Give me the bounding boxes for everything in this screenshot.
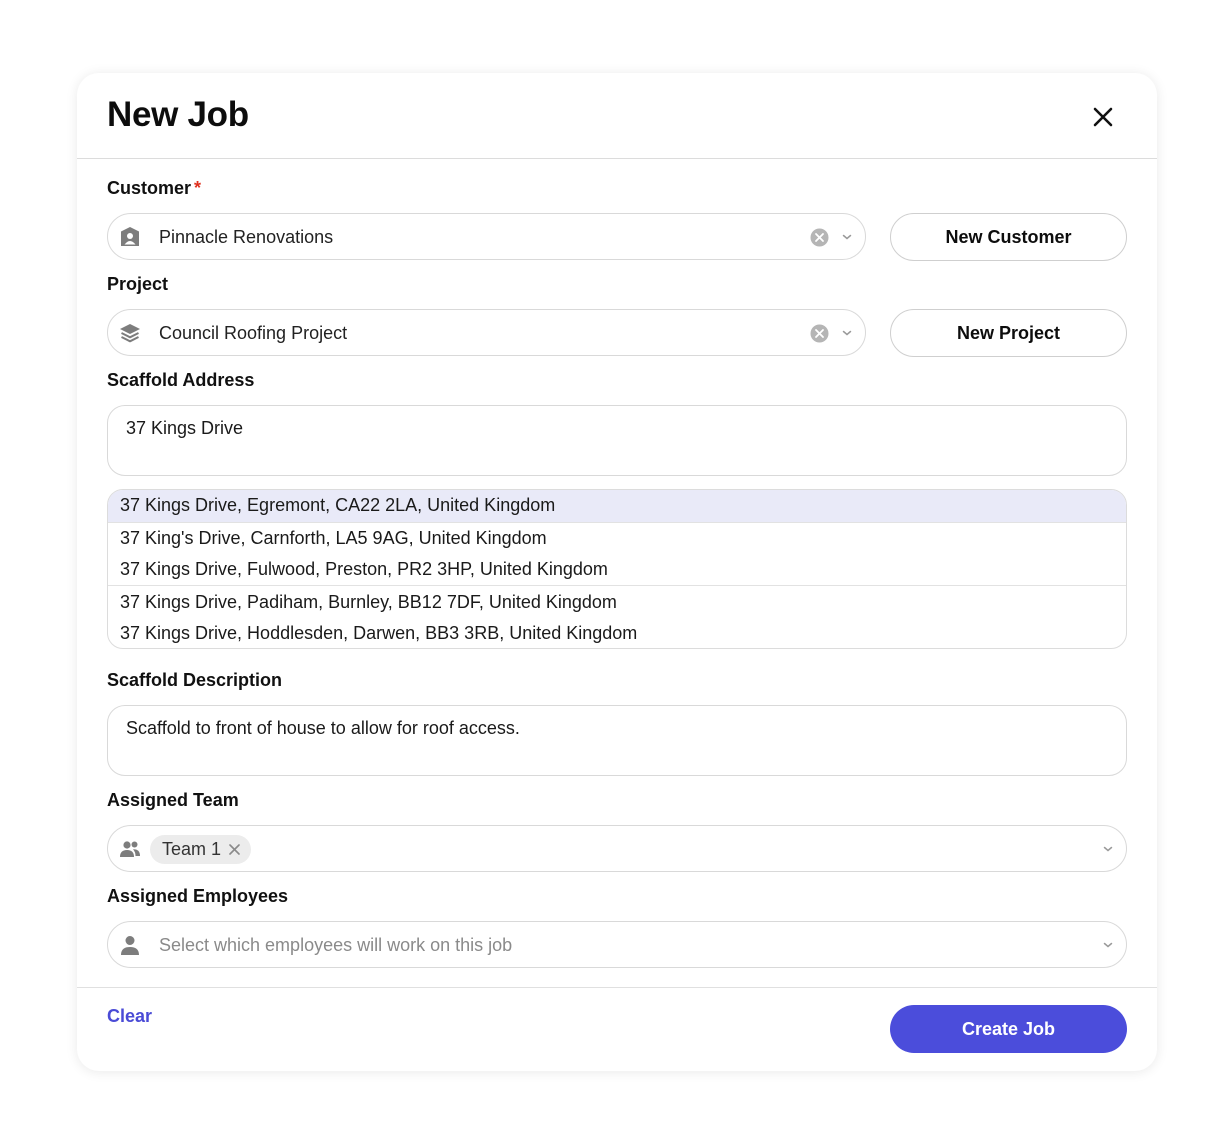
modal-title: New Job (107, 95, 249, 134)
new-customer-button[interactable]: New Customer (890, 213, 1127, 261)
scaffold-address-input[interactable]: 37 Kings Drive (107, 405, 1127, 476)
assigned-employees-select[interactable]: Select which employees will work on this… (107, 921, 1127, 968)
close-icon (1093, 107, 1113, 127)
modal-header: New Job (77, 73, 1157, 159)
scaffold-description-value: Scaffold to front of house to allow for … (126, 718, 520, 738)
close-button[interactable] (1087, 101, 1119, 133)
layers-icon (120, 324, 140, 343)
assigned-employees-label: Assigned Employees (107, 886, 289, 906)
project-value: Council Roofing Project (159, 323, 348, 343)
required-mark: * (194, 178, 202, 198)
assigned-team-select[interactable]: Team 1 (107, 825, 1127, 872)
chevron-down-icon (1103, 942, 1113, 948)
remove-chip-icon[interactable] (229, 844, 240, 855)
chevron-down-icon (1103, 846, 1113, 852)
customer-icon (121, 227, 139, 246)
scaffold-address-value: 37 Kings Drive (126, 418, 244, 438)
assigned-team-label: Assigned Team (107, 790, 239, 810)
team-chip-label: Team 1 (162, 839, 222, 859)
project-label: Project (107, 274, 169, 294)
customer-label: Customer * (107, 178, 201, 199)
team-icon (120, 841, 140, 857)
footer-divider (77, 987, 1157, 988)
chevron-down-icon (842, 234, 852, 240)
team-chip: Team 1 (150, 835, 252, 864)
project-select[interactable]: Council Roofing Project (107, 309, 866, 356)
create-job-button[interactable]: Create Job (890, 1005, 1127, 1053)
address-suggestion[interactable]: 37 Kings Drive, Egremont, CA22 2LA, Unit… (108, 490, 1126, 522)
new-project-button[interactable]: New Project (890, 309, 1127, 357)
clear-selection-icon[interactable] (810, 324, 829, 343)
assigned-employees-placeholder: Select which employees will work on this… (159, 935, 513, 955)
address-suggestion[interactable]: 37 King's Drive, Carnforth, LA5 9AG, Uni… (108, 523, 1126, 554)
address-suggestions-list: 37 Kings Drive, Egremont, CA22 2LA, Unit… (107, 489, 1127, 649)
clear-selection-icon[interactable] (810, 228, 829, 247)
scaffold-address-label: Scaffold Address (107, 370, 255, 390)
scaffold-description-label: Scaffold Description (107, 670, 283, 690)
new-job-modal: New Job Customer * Pinnacle Renovations N… (77, 73, 1157, 1071)
address-suggestion[interactable]: 37 Kings Drive, Hoddlesden, Darwen, BB3 … (108, 618, 1126, 648)
chevron-down-icon (842, 330, 852, 336)
customer-select[interactable]: Pinnacle Renovations (107, 213, 866, 260)
address-suggestion[interactable]: 37 Kings Drive, Padiham, Burnley, BB12 7… (108, 586, 1126, 618)
customer-label-text: Customer (107, 178, 192, 198)
address-suggestion[interactable]: 37 Kings Drive, Fulwood, Preston, PR2 3H… (108, 554, 1126, 585)
person-icon (121, 936, 139, 955)
customer-value: Pinnacle Renovations (159, 227, 334, 247)
scaffold-description-input[interactable]: Scaffold to front of house to allow for … (107, 705, 1127, 776)
clear-button[interactable]: Clear (107, 1006, 152, 1027)
